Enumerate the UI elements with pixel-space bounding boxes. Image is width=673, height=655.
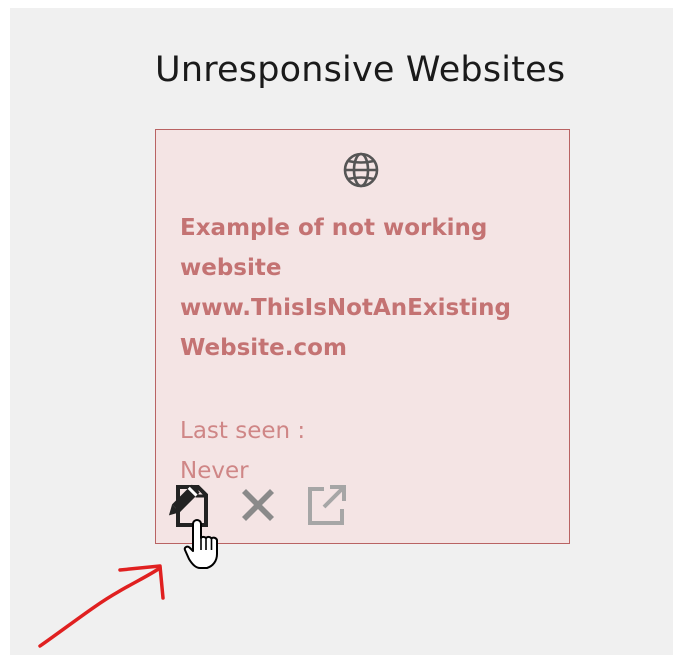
open-external-button[interactable] xyxy=(302,481,350,529)
website-card: Example of not working website www.ThisI… xyxy=(155,129,570,544)
website-title-line: www.ThisIsNotAnExisting xyxy=(180,295,511,321)
website-title: Example of not working website www.ThisI… xyxy=(180,208,560,368)
last-seen-info: Last seen : Never xyxy=(180,411,305,491)
close-x-icon xyxy=(242,489,274,521)
delete-button[interactable] xyxy=(234,481,282,529)
last-seen-label: Last seen : xyxy=(180,418,306,444)
website-title-line: Website.com xyxy=(180,335,347,361)
edit-document-icon xyxy=(168,484,208,527)
edit-button[interactable] xyxy=(164,481,212,529)
card-actions xyxy=(164,481,364,529)
website-title-line: Example of not working xyxy=(180,215,488,241)
page-title: Unresponsive Websites xyxy=(155,50,566,90)
external-link-icon xyxy=(308,485,346,525)
globe-icon xyxy=(343,152,379,188)
website-title-line: website xyxy=(180,255,282,281)
